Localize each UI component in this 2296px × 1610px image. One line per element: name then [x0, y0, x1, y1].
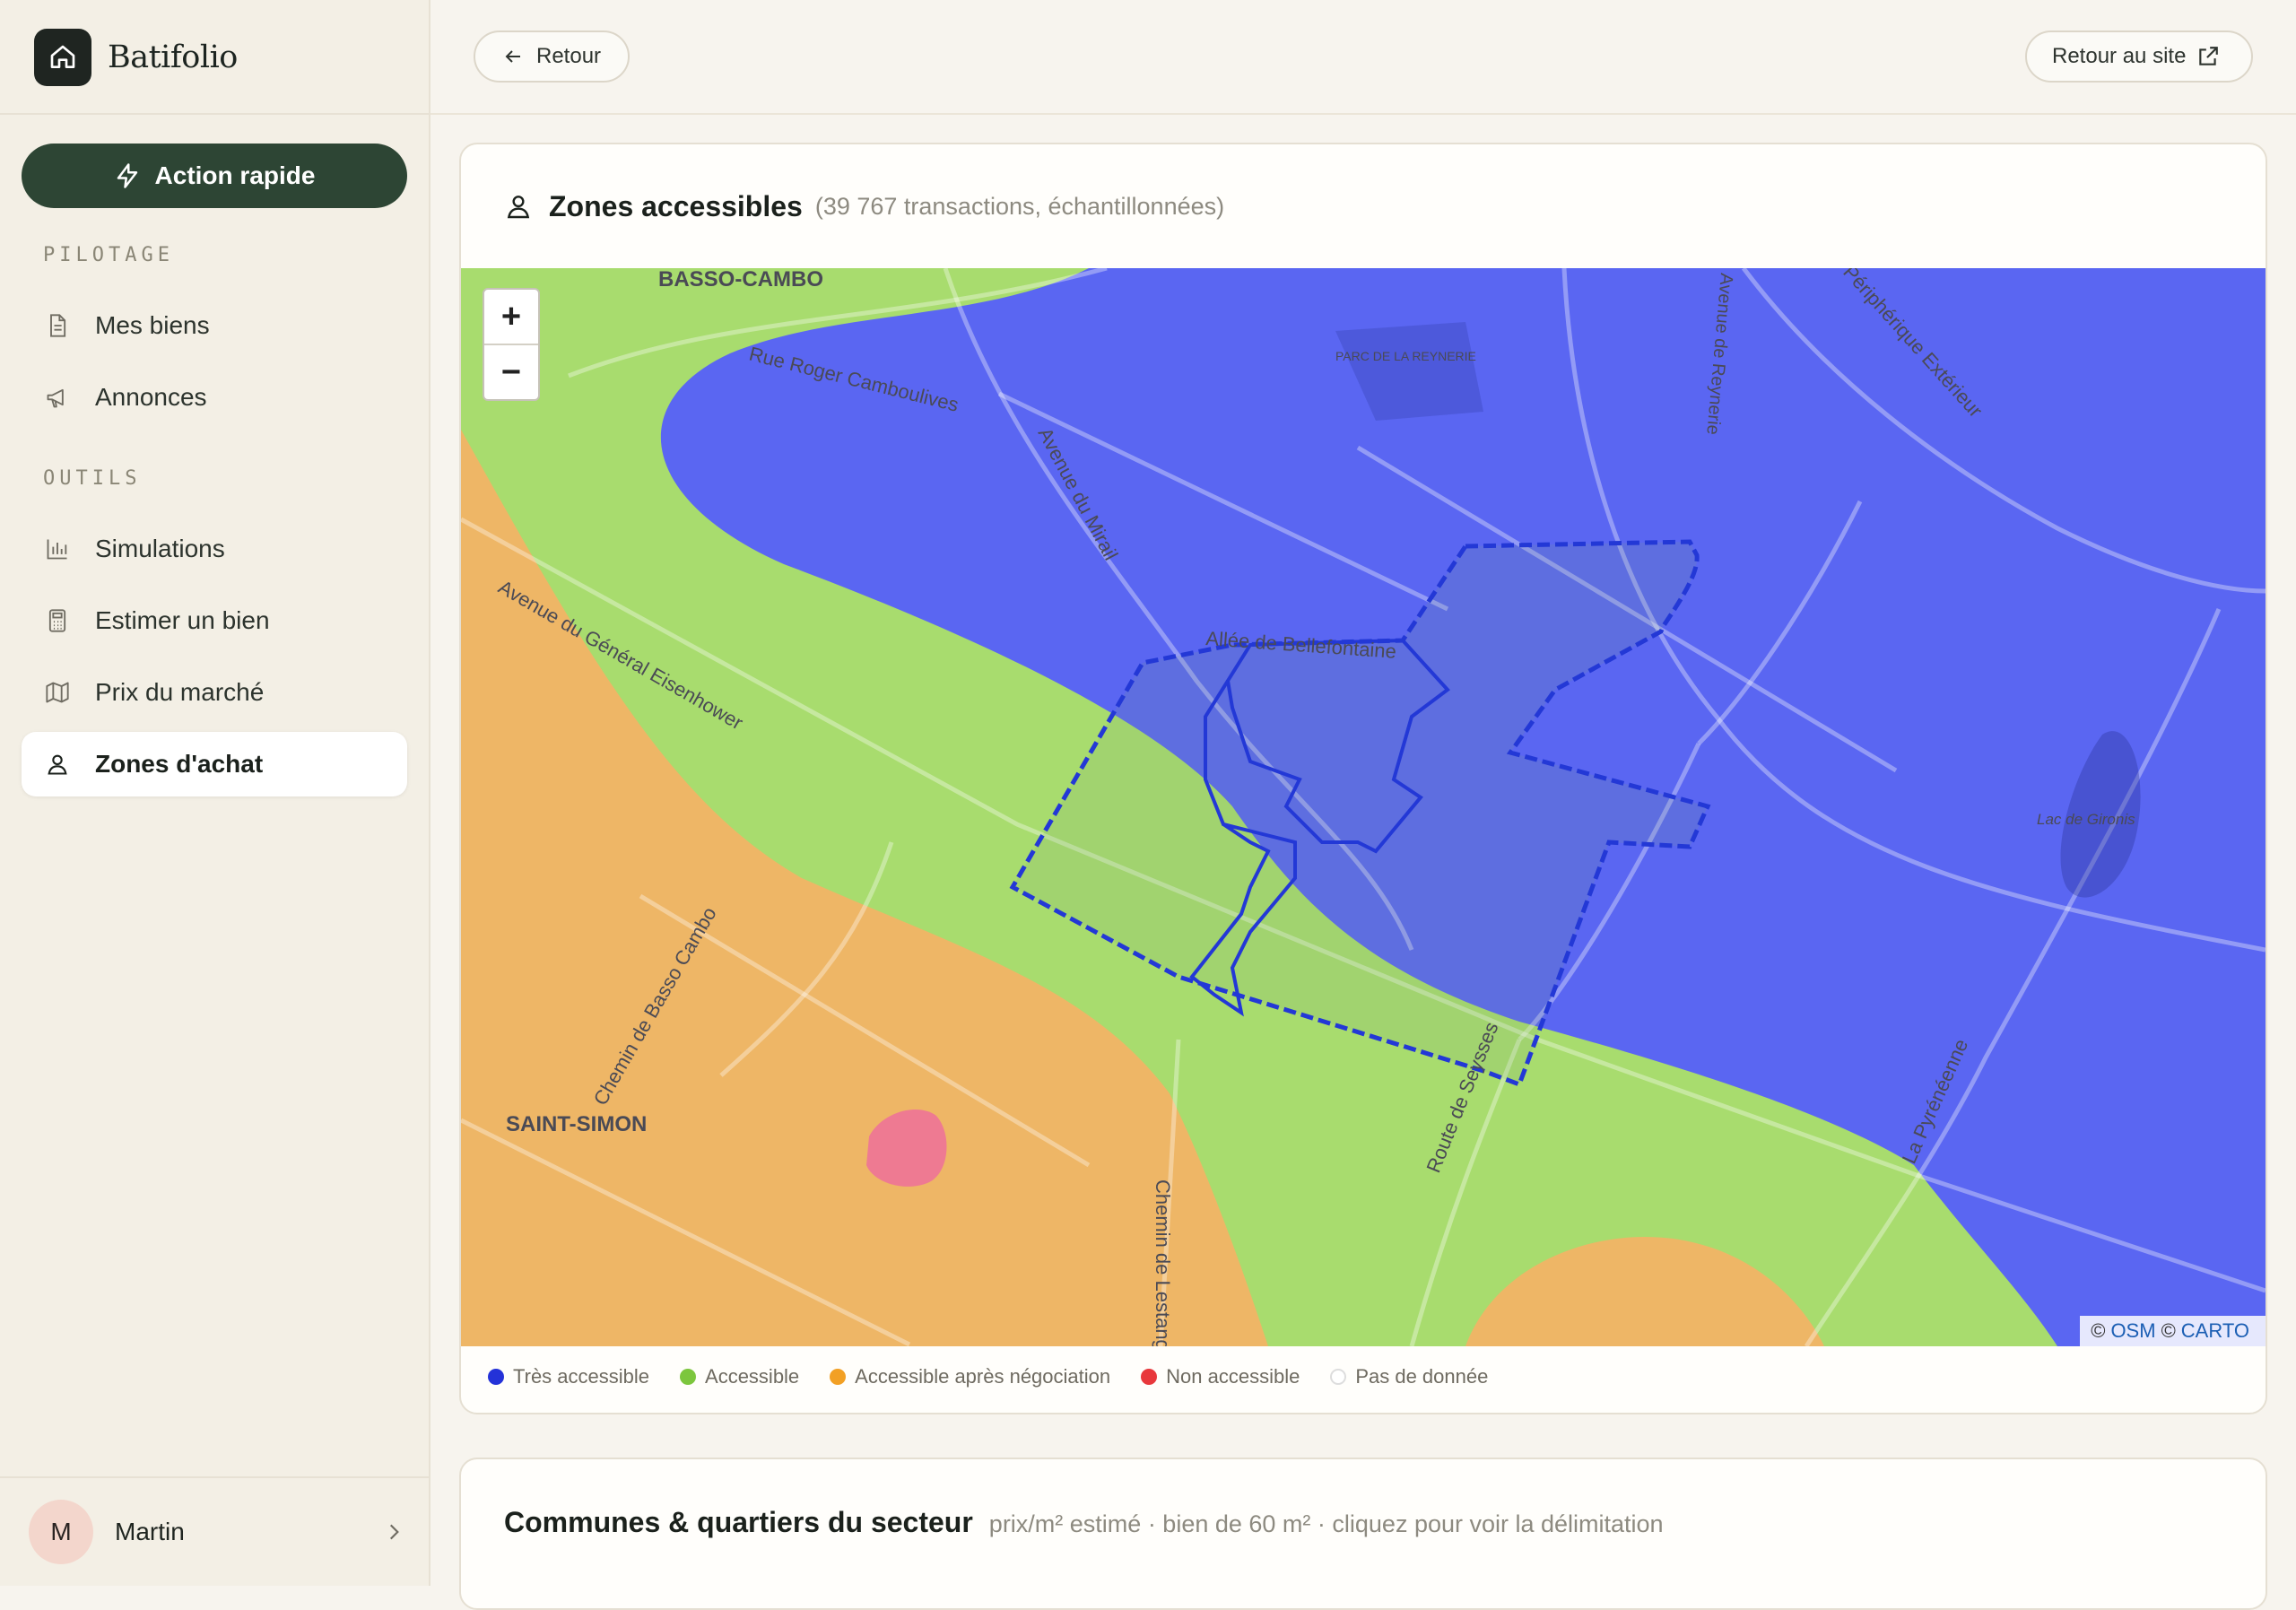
topbar: Retour Retour au site	[430, 0, 2296, 115]
map-label-parc-reynerie: PARC DE LA REYNERIE	[1335, 349, 1476, 363]
sidebar-item-mes-biens[interactable]: Mes biens	[22, 293, 407, 358]
back-button[interactable]: Retour	[474, 30, 630, 83]
accessibility-map[interactable]: BASSO-CAMBO SAINT-SIMON PARC DE LA REYNE…	[461, 268, 2266, 1346]
section-label-outils: OUTILS	[43, 467, 142, 490]
zoom-in-button[interactable]: +	[484, 290, 538, 345]
attribution-prefix: ©	[2161, 1319, 2176, 1342]
map-label-basso-cambo: BASSO-CAMBO	[658, 268, 823, 292]
user-name: Martin	[115, 1518, 185, 1545]
legend-label: Pas de donnée	[1355, 1365, 1489, 1388]
back-label: Retour	[536, 44, 602, 68]
card-header: Zones accessibles (39 767 transactions, …	[461, 144, 2266, 268]
sidebar-item-simulations[interactable]: Simulations	[22, 517, 407, 581]
map-pin-user-icon	[43, 750, 72, 779]
legend-item: Très accessible	[488, 1365, 649, 1388]
legend-item: Non accessible	[1141, 1365, 1300, 1388]
divider	[0, 1476, 429, 1478]
map-pin-user-icon	[507, 196, 530, 219]
map-label-chemin-lestang: Chemin de Lestang	[1152, 1179, 1174, 1346]
attribution-prefix: ©	[2091, 1319, 2106, 1342]
legend-dot	[1141, 1369, 1158, 1385]
document-icon	[43, 311, 72, 340]
avatar: M	[29, 1500, 93, 1564]
sidebar-item-estimer[interactable]: Estimer un bien	[22, 588, 407, 653]
map-canvas[interactable]: BASSO-CAMBO SAINT-SIMON PARC DE LA REYNE…	[461, 268, 2266, 1346]
legend-dot	[680, 1369, 697, 1385]
home-icon	[34, 29, 91, 86]
arrow-left-icon	[505, 50, 520, 63]
brand-name: Batifolio	[108, 39, 238, 75]
legend-item: Accessible	[680, 1365, 799, 1388]
card-subtitle: (39 767 transactions, échantillonnées)	[814, 192, 1225, 220]
card-title: Communes & quartiers du secteur	[504, 1506, 973, 1538]
zoom-out-button[interactable]: −	[484, 345, 538, 399]
map-attribution: © OSM © CARTO	[2080, 1316, 2266, 1346]
legend-item: Pas de donnée	[1330, 1365, 1488, 1388]
legend-label: Accessible	[705, 1365, 800, 1388]
sidebar-item-label: Mes biens	[95, 311, 210, 339]
sidebar-item-label: Annonces	[95, 383, 207, 411]
calculator-icon	[43, 606, 72, 635]
legend-dot	[488, 1369, 504, 1385]
legend-dot	[1330, 1369, 1347, 1385]
legend-label: Très accessible	[513, 1365, 650, 1388]
back-to-site-label: Retour au site	[2052, 44, 2187, 68]
divider	[0, 113, 429, 115]
brand[interactable]: Batifolio	[34, 28, 238, 87]
sidebar-item-zones-achat[interactable]: Zones d'achat	[22, 732, 407, 796]
map-label-lac-gironis: Lac de Gironis	[2037, 811, 2135, 828]
carto-link[interactable]: CARTO	[2181, 1319, 2249, 1343]
megaphone-icon	[43, 383, 72, 412]
user-menu[interactable]: M Martin	[29, 1498, 405, 1566]
map-icon	[43, 678, 72, 707]
legend-dot	[830, 1369, 847, 1385]
sidebar-item-annonces[interactable]: Annonces	[22, 365, 407, 430]
back-to-site-button[interactable]: Retour au site	[2025, 30, 2253, 83]
sidebar-item-label: Simulations	[95, 535, 225, 562]
card-subtitle: prix/m² estimé · bien de 60 m² · cliquez…	[988, 1510, 1664, 1537]
card-header: Communes & quartiers du secteur prix/m² …	[504, 1506, 1664, 1539]
sidebar-item-prix-marche[interactable]: Prix du marché	[22, 660, 407, 725]
legend-label: Accessible après négociation	[855, 1365, 1111, 1388]
legend-item: Accessible après négociation	[830, 1365, 1110, 1388]
zones-card: Zones accessibles (39 767 transactions, …	[459, 143, 2267, 1414]
sidebar: Batifolio Action rapide PILOTAGE Mes bie…	[0, 0, 430, 1586]
chevron-right-icon	[389, 1524, 399, 1540]
lightning-icon	[117, 163, 137, 188]
zoom-control: + −	[483, 288, 540, 401]
card-title: Zones accessibles	[549, 189, 803, 222]
map-label-saint-simon: SAINT-SIMON	[506, 1112, 647, 1136]
section-label-pilotage: PILOTAGE	[43, 244, 174, 266]
map-legend: Très accessible Accessible Accessible ap…	[488, 1350, 1518, 1404]
bar-chart-icon	[43, 535, 72, 563]
communes-card: Communes & quartiers du secteur prix/m² …	[459, 1458, 2267, 1610]
quick-action-label: Action rapide	[154, 161, 316, 189]
sidebar-item-label: Estimer un bien	[95, 606, 270, 634]
sidebar-item-label: Prix du marché	[95, 678, 265, 706]
osm-link[interactable]: OSM	[2110, 1319, 2155, 1343]
legend-label: Non accessible	[1166, 1365, 1300, 1388]
sidebar-item-label: Zones d'achat	[95, 750, 264, 778]
external-link-icon	[2199, 47, 2219, 65]
quick-action-button[interactable]: Action rapide	[22, 144, 407, 208]
